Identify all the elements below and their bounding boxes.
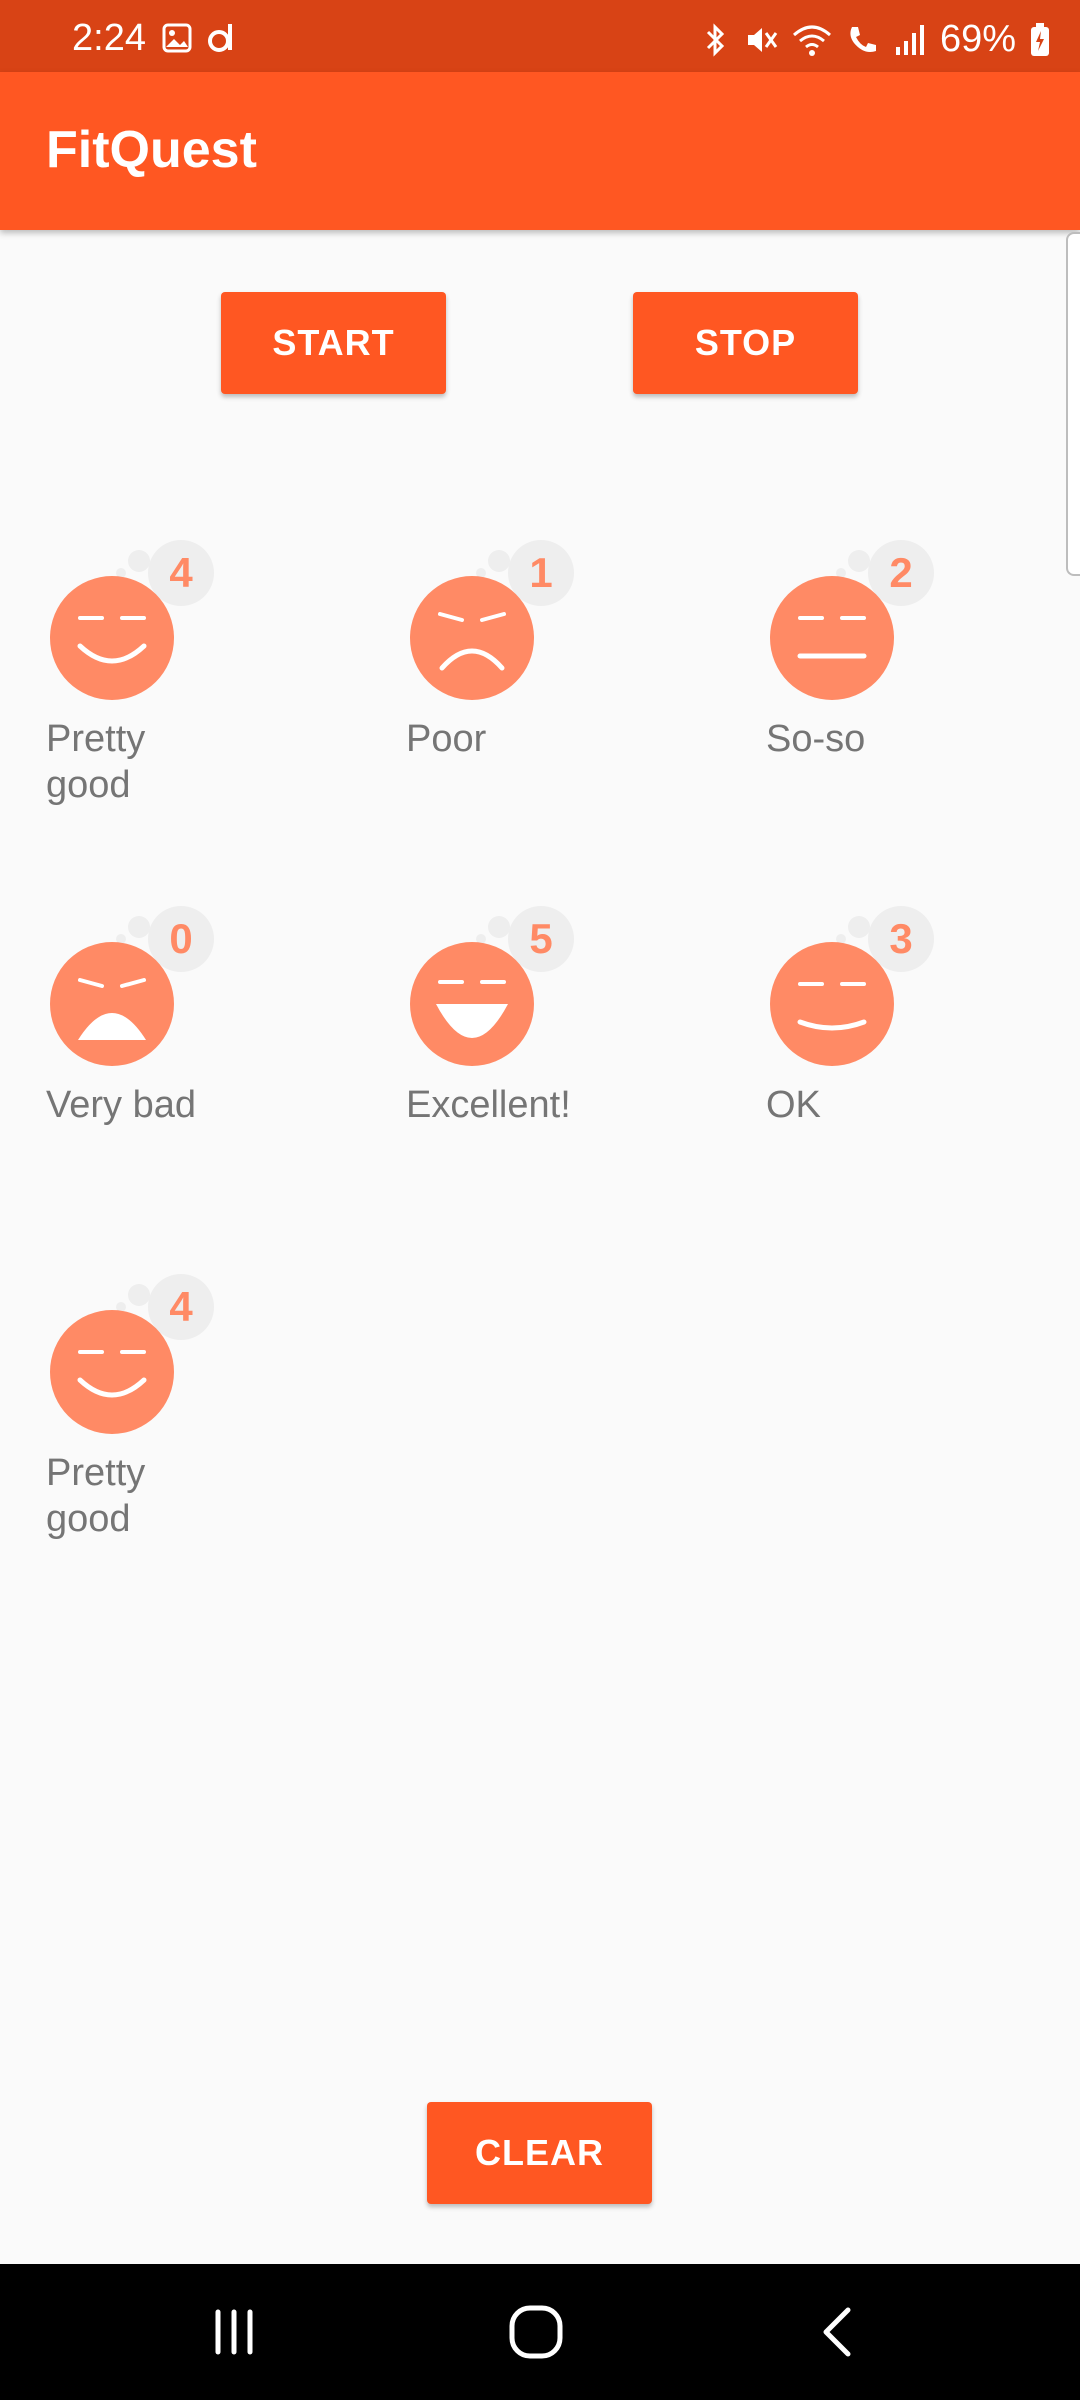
mood-icon: 3 — [766, 906, 966, 1066]
bubble-dot — [848, 550, 870, 572]
smiling-face-icon — [50, 1310, 174, 1434]
crying-face-icon — [50, 942, 174, 1066]
navigation-bar — [0, 2264, 1080, 2400]
battery-percent: 69% — [939, 18, 1016, 60]
clear-button[interactable]: CLEAR — [427, 2102, 652, 2204]
bubble-dot — [488, 550, 510, 572]
mood-icon: 2 — [766, 540, 966, 700]
mood-item-ok[interactable]: 3 OK — [766, 906, 1066, 1128]
status-bar: 2:24 69% — [0, 0, 1080, 72]
mood-icon: 4 — [46, 540, 246, 700]
mood-label: Pretty good — [46, 718, 146, 806]
mood-item-very-bad[interactable]: 0 Very bad — [46, 906, 346, 1128]
status-time: 2:24 — [72, 17, 146, 59]
mood-icon: 4 — [46, 1274, 246, 1434]
app-title: FitQuest — [46, 121, 257, 179]
mood-icon: 5 — [406, 906, 606, 1066]
mood-label: So-so — [766, 718, 866, 760]
neutral-face-icon — [770, 576, 894, 700]
mood-item-poor[interactable]: 1 Poor — [406, 540, 706, 762]
app-bar: FitQuest — [0, 72, 1080, 230]
app-d-icon — [208, 24, 232, 52]
gallery-icon — [162, 23, 192, 53]
mood-label: Very bad — [46, 1084, 196, 1126]
bubble-dot — [128, 550, 150, 572]
mood-item-so-so[interactable]: 2 So-so — [766, 540, 1066, 762]
frowning-face-icon — [410, 576, 534, 700]
back-icon[interactable] — [808, 2302, 868, 2362]
recent-apps-icon[interactable] — [204, 2302, 264, 2362]
laughing-face-icon — [410, 942, 534, 1066]
slight-smile-face-icon — [770, 942, 894, 1066]
mood-label: Poor — [406, 718, 487, 760]
mood-icon: 0 — [46, 906, 246, 1066]
bubble-dot — [128, 916, 150, 938]
scrollbar[interactable] — [1066, 232, 1080, 576]
mood-label: Pretty good — [46, 1452, 146, 1540]
mood-label: Excellent! — [406, 1084, 571, 1126]
mood-item-excellent[interactable]: 5 Excellent! — [406, 906, 706, 1128]
bubble-dot — [488, 916, 510, 938]
wifi-icon — [792, 25, 831, 56]
home-icon[interactable] — [506, 2302, 566, 2362]
signal-icon — [895, 24, 924, 55]
mood-item-pretty-good[interactable]: 4 Pretty good — [46, 540, 346, 808]
wifi-calling-icon — [850, 26, 876, 52]
start-button[interactable]: START — [221, 292, 446, 394]
status-right-icons: 69% — [702, 18, 1050, 61]
mute-icon — [747, 27, 778, 52]
smiling-face-icon — [50, 576, 174, 700]
mood-item-pretty-good-2[interactable]: 4 Pretty good — [46, 1274, 346, 1542]
mood-label: OK — [766, 1084, 821, 1126]
mood-icon: 1 — [406, 540, 606, 700]
bubble-dot — [848, 916, 870, 938]
bluetooth-icon — [706, 22, 725, 57]
bubble-dot — [128, 1284, 150, 1306]
stop-button[interactable]: STOP — [633, 292, 858, 394]
status-left-icons — [162, 22, 236, 54]
battery-charging-icon — [1031, 22, 1049, 56]
